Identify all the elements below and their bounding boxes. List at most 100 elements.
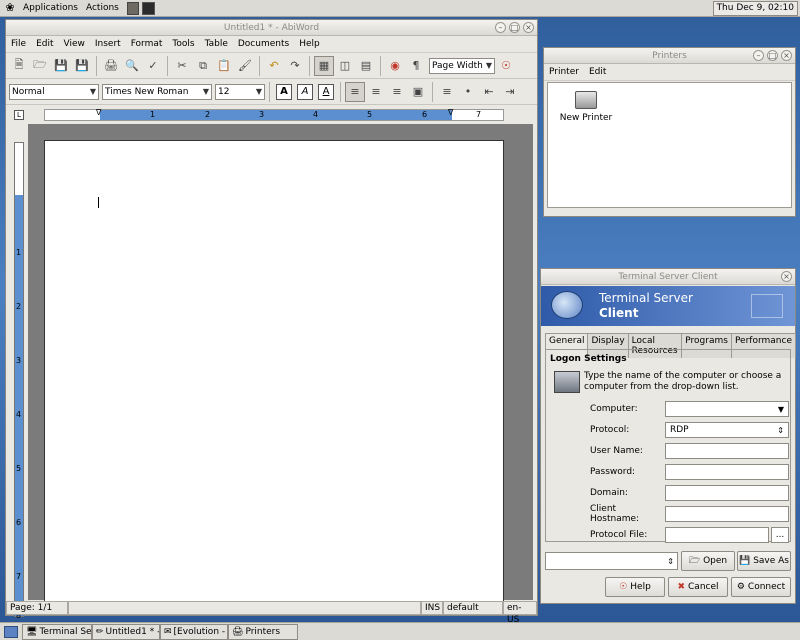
help-button[interactable]: ☉ Help: [605, 577, 665, 597]
language-status: en-US: [503, 601, 537, 625]
open-button[interactable]: 🗁 Open: [681, 551, 735, 571]
menu-insert[interactable]: Insert: [90, 39, 126, 49]
undo-icon[interactable]: ↶: [264, 56, 284, 76]
gnome-foot-icon[interactable]: ❀: [3, 1, 17, 15]
align-justify-icon[interactable]: ▣: [408, 82, 428, 102]
save-icon[interactable]: 💾: [51, 56, 71, 76]
user-name-input[interactable]: [665, 443, 789, 459]
new-printer-item[interactable]: New Printer: [558, 91, 614, 123]
menu-format[interactable]: Format: [126, 39, 168, 49]
taskbar-abiword[interactable]: ✏ Untitled1 * -: [92, 623, 160, 640]
font-combo[interactable]: Times New Roman ▼: [102, 83, 212, 100]
maximize-icon[interactable]: □: [509, 22, 520, 33]
taskbar-evolution[interactable]: ✉[Evolution - M: [160, 623, 228, 640]
help-label: Help: [630, 582, 651, 592]
align-center-icon[interactable]: ≡: [366, 82, 386, 102]
cancel-label: Cancel: [688, 582, 719, 592]
help-lifebuoy-icon[interactable]: ☉: [496, 56, 516, 76]
chevron-down-icon: ▼: [485, 61, 492, 70]
menu-table[interactable]: Table: [200, 39, 233, 49]
vertical-ruler[interactable]: 1 2 3 4 5 6 7 8: [14, 142, 24, 620]
align-right-icon[interactable]: ≡: [387, 82, 407, 102]
minimize-icon[interactable]: –: [495, 22, 506, 33]
maximize-icon[interactable]: □: [767, 50, 778, 61]
horizontal-ruler[interactable]: 1 2 3 4 5 6 7 ∇ ∇: [44, 108, 504, 121]
new-document-icon[interactable]: 🗎: [9, 56, 29, 76]
save-as-button[interactable]: 💾 Save As: [737, 551, 791, 571]
domain-input[interactable]: [665, 485, 789, 501]
screen-launcher-icon[interactable]: [141, 1, 155, 15]
menu-documents[interactable]: Documents: [233, 39, 294, 49]
increase-indent-icon[interactable]: ⇥: [500, 82, 520, 102]
bold-icon[interactable]: A: [276, 83, 292, 100]
menu-tools[interactable]: Tools: [167, 39, 199, 49]
document-area[interactable]: [28, 124, 533, 610]
print-preview-icon[interactable]: 🔍: [122, 56, 142, 76]
insert-image-icon[interactable]: ◉: [385, 56, 405, 76]
printers-titlebar[interactable]: Printers – □ ×: [544, 48, 795, 64]
toolbar-separator: [309, 55, 310, 76]
menu-edit[interactable]: Edit: [584, 67, 611, 77]
menu-printer[interactable]: Printer: [544, 67, 584, 77]
applications-menu[interactable]: Applications: [19, 0, 82, 16]
minimize-icon[interactable]: –: [753, 50, 764, 61]
numbered-list-icon[interactable]: ≡: [437, 82, 457, 102]
vruler-number: 2: [16, 302, 22, 311]
abiword-titlebar[interactable]: Untitled1 * - AbiWord – □ ×: [6, 20, 537, 36]
close-icon[interactable]: ×: [781, 271, 792, 282]
italic-icon[interactable]: A: [297, 83, 313, 100]
open-folder-icon[interactable]: 🗁: [30, 56, 50, 76]
password-input[interactable]: [665, 464, 789, 480]
menu-help[interactable]: Help: [294, 39, 325, 49]
zoom-combo[interactable]: Page Width ▼: [429, 57, 495, 74]
abiword-window: Untitled1 * - AbiWord – □ × File Edit Vi…: [5, 19, 538, 625]
menu-file[interactable]: File: [6, 39, 31, 49]
updown-icon: ⇕: [777, 425, 784, 435]
client-hostname-input[interactable]: [665, 506, 789, 522]
protocol-row: Protocol: RDP ⇕: [590, 421, 800, 439]
show-desktop-icon[interactable]: [4, 625, 18, 638]
close-icon[interactable]: ×: [523, 22, 534, 33]
single-column-icon[interactable]: ▦: [314, 55, 334, 76]
print-icon[interactable]: 🖨: [101, 56, 121, 76]
protocol-select[interactable]: RDP ⇕: [665, 422, 789, 438]
three-columns-icon[interactable]: ▤: [356, 56, 376, 76]
cancel-button[interactable]: ✖ Cancel: [668, 577, 728, 597]
profile-combo[interactable]: ⇕: [545, 552, 678, 570]
protocol-file-input[interactable]: [665, 527, 769, 543]
terminal-launcher-icon[interactable]: [126, 1, 139, 15]
insert-mode-status[interactable]: INS: [421, 601, 443, 615]
copy-icon[interactable]: ⧉: [193, 56, 213, 76]
taskbar-tsc[interactable]: 🖥Terminal Serv: [22, 623, 92, 640]
spellcheck-icon[interactable]: ✓: [143, 56, 163, 76]
connect-button[interactable]: ⚙ Connect: [731, 577, 791, 597]
clock[interactable]: Thu Dec 9, 02:10: [712, 0, 798, 16]
ruler-corner[interactable]: L: [14, 110, 24, 120]
redo-icon[interactable]: ↷: [285, 56, 305, 76]
right-indent-marker[interactable]: ∇: [448, 108, 453, 117]
browse-button[interactable]: ...: [771, 527, 789, 543]
menu-edit[interactable]: Edit: [31, 39, 58, 49]
align-left-icon[interactable]: ≡: [345, 81, 365, 102]
cut-icon[interactable]: ✂: [172, 56, 192, 76]
two-columns-icon[interactable]: ◫: [335, 56, 355, 76]
bulleted-list-icon[interactable]: •: [458, 82, 478, 102]
tsc-titlebar[interactable]: Terminal Server Client ×: [541, 269, 795, 285]
menu-view[interactable]: View: [59, 39, 90, 49]
actions-menu[interactable]: Actions: [82, 0, 123, 16]
decrease-indent-icon[interactable]: ⇤: [479, 82, 499, 102]
format-painter-icon[interactable]: 🖌: [235, 56, 255, 76]
show-paragraphs-icon[interactable]: ¶: [406, 56, 426, 76]
printers-icon-view[interactable]: New Printer: [547, 82, 792, 208]
computer-combo[interactable]: ▼: [665, 401, 789, 417]
paste-icon[interactable]: 📋: [214, 56, 234, 76]
underline-icon[interactable]: A: [318, 83, 334, 100]
document-page[interactable]: [44, 140, 504, 610]
taskbar-printers[interactable]: 🖨 Printers: [228, 623, 298, 640]
save-as-icon[interactable]: 💾: [72, 56, 92, 76]
font-size-combo[interactable]: 12 ▼: [215, 83, 265, 100]
left-indent-marker[interactable]: ∇: [96, 108, 101, 117]
close-icon[interactable]: ×: [781, 50, 792, 61]
style-combo[interactable]: Normal ▼: [9, 83, 99, 100]
toolbar-separator: [269, 81, 270, 102]
